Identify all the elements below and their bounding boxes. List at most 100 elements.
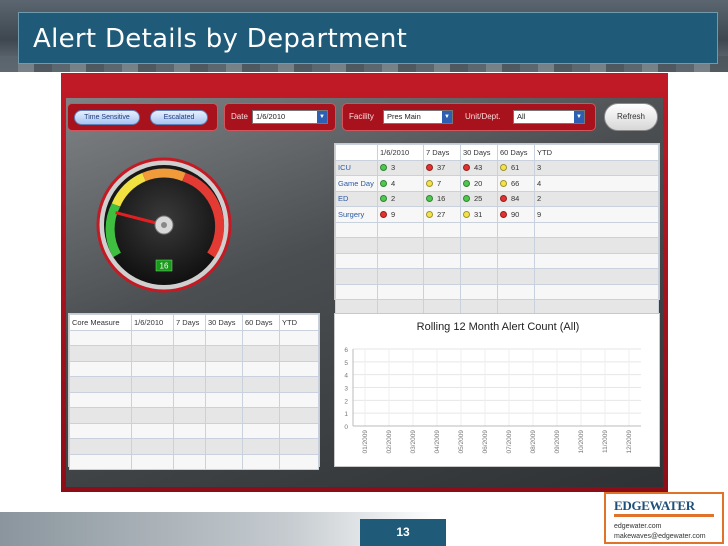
status-dot-icon <box>426 164 433 172</box>
slide: Alert Details by Department Time Sensiti… <box>0 0 728 546</box>
empty-cell <box>423 237 461 254</box>
empty-cell <box>377 252 424 269</box>
status-dot-icon <box>380 210 387 218</box>
empty-cell <box>497 283 535 300</box>
empty-cell <box>534 237 659 254</box>
status-dot-icon <box>380 164 387 172</box>
empty-cell <box>69 391 132 408</box>
table-row <box>335 252 659 269</box>
table-row <box>69 407 319 424</box>
status-dot-icon <box>463 179 470 187</box>
gauge-hub-center <box>161 222 167 228</box>
empty-cell <box>242 422 280 439</box>
alert-count: 27 <box>437 209 446 219</box>
status-dot-icon <box>500 164 507 172</box>
table-row <box>69 453 319 470</box>
empty-cell <box>131 453 174 470</box>
column-header: 60 Days <box>242 314 280 331</box>
table-row <box>335 221 659 238</box>
empty-cell <box>335 221 378 238</box>
date-label: Date <box>231 112 248 121</box>
chevron-down-icon: ▼ <box>574 111 584 123</box>
empty-cell <box>460 268 498 285</box>
dept-name[interactable]: Surgery <box>335 206 378 223</box>
alert-cell: 2 <box>377 190 424 207</box>
date-select-value: 1/6/2010 <box>256 112 286 121</box>
brand-box: EDGEWATER edgewater.com makewaves@edgewa… <box>604 492 724 544</box>
empty-cell <box>205 391 243 408</box>
empty-cell <box>69 438 132 455</box>
empty-cell <box>242 345 280 362</box>
empty-cell <box>423 252 461 269</box>
filter-toggle-group: Time Sensitive Escalated <box>67 103 218 131</box>
unit-select-value: All <box>517 112 526 121</box>
brand-email[interactable]: makewaves@edgewater.com <box>614 533 706 540</box>
date-select[interactable]: 1/6/2010 ▼ <box>252 110 328 124</box>
x-tick-label: 11/2009 <box>602 430 609 453</box>
brand-website[interactable]: edgewater.com <box>614 523 661 530</box>
facility-select[interactable]: Pres Main ▼ <box>383 110 453 124</box>
facility-filter-group: Facility Pres Main ▼ Unit/Dept. All ▼ <box>342 103 596 131</box>
table-row <box>69 438 319 455</box>
empty-cell <box>377 237 424 254</box>
alert-cell: 7 <box>423 175 461 192</box>
x-tick-label: 01/2009 <box>362 430 369 454</box>
empty-cell <box>242 453 280 470</box>
empty-cell <box>205 407 243 424</box>
empty-cell <box>335 268 378 285</box>
header-banner: Alert Details by Department <box>0 0 728 72</box>
empty-cell <box>423 221 461 238</box>
alert-count: 43 <box>474 163 483 173</box>
alert-count: 9 <box>391 209 396 219</box>
table-row[interactable]: ICU 3 37 43 61 3 <box>335 159 659 176</box>
time-sensitive-button[interactable]: Time Sensitive <box>74 110 140 125</box>
empty-cell <box>377 268 424 285</box>
y-tick-label: 5 <box>344 360 348 367</box>
x-tick-label: 09/2009 <box>554 430 561 454</box>
dept-name[interactable]: Game Day <box>335 175 378 192</box>
empty-cell <box>69 376 132 393</box>
table-row[interactable]: ED 2 16 25 84 2 <box>335 190 659 207</box>
empty-cell <box>423 283 461 300</box>
table-header-row: Core Measure 1/6/2010 7 Days 30 Days 60 Days… <box>69 314 319 331</box>
table-row <box>69 391 319 408</box>
alert-cell: 27 <box>423 206 461 223</box>
table-row[interactable]: Game Day 4 7 20 66 4 <box>335 175 659 192</box>
unit-select[interactable]: All ▼ <box>513 110 585 124</box>
dept-name[interactable]: ICU <box>335 159 378 176</box>
facility-select-value: Pres Main <box>387 112 421 121</box>
facility-label: Facility <box>349 112 374 121</box>
ytd-count: 4 <box>534 175 659 192</box>
chevron-down-icon: ▼ <box>442 111 452 123</box>
y-tick-label: 1 <box>344 411 348 418</box>
empty-cell <box>69 345 132 362</box>
y-tick-label: 3 <box>344 386 348 393</box>
refresh-button[interactable]: Refresh <box>604 103 658 131</box>
empty-cell <box>131 391 174 408</box>
ytd-count: 2 <box>534 190 659 207</box>
alert-count: 2 <box>391 194 396 204</box>
empty-cell <box>173 422 206 439</box>
alert-cell: 25 <box>460 190 498 207</box>
table-row[interactable]: Surgery 9 27 31 90 9 <box>335 206 659 223</box>
empty-cell <box>131 422 174 439</box>
alert-cell: 66 <box>497 175 535 192</box>
column-header: YTD <box>279 314 319 331</box>
alert-count: 66 <box>511 178 520 188</box>
y-tick-label: 0 <box>344 424 348 431</box>
empty-cell <box>335 237 378 254</box>
x-tick-label: 02/2009 <box>386 430 393 454</box>
escalated-button[interactable]: Escalated <box>150 110 208 125</box>
alert-count: 37 <box>437 163 446 173</box>
y-tick-label: 4 <box>344 373 348 380</box>
alert-cell: 31 <box>460 206 498 223</box>
alert-cell: 20 <box>460 175 498 192</box>
gauge-orange-band <box>142 168 186 182</box>
logo-swoosh <box>614 514 714 517</box>
empty-cell <box>534 283 659 300</box>
column-header: 7 Days <box>423 144 461 161</box>
dept-name[interactable]: ED <box>335 190 378 207</box>
status-dot-icon <box>426 179 433 187</box>
alert-count: 3 <box>391 163 396 173</box>
status-dot-icon <box>500 195 507 203</box>
